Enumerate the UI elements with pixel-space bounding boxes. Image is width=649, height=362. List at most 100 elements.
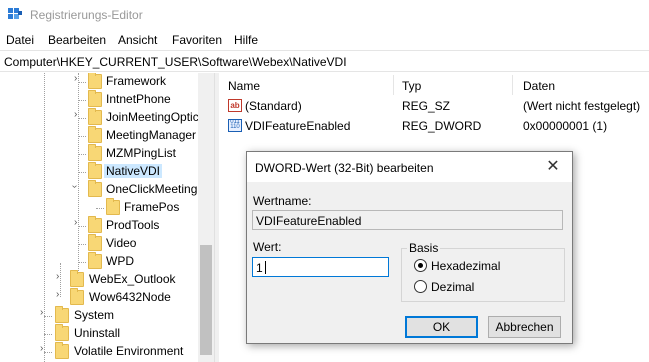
value-name-text: VDIFeatureEnabled	[256, 214, 362, 228]
base-groupbox	[401, 248, 565, 302]
pane-splitter[interactable]	[214, 73, 219, 362]
folder-icon	[88, 180, 102, 197]
chevron-right-icon[interactable]: ›	[74, 73, 77, 84]
address-bar[interactable]: Computer\HKEY_CURRENT_USER\Software\Webe…	[0, 50, 649, 72]
folder-icon	[88, 216, 102, 233]
tree-item-uninstall[interactable]: Uninstall	[0, 324, 200, 343]
value-type: REG_DWORD	[402, 119, 482, 133]
value-data-label: Wert:	[253, 240, 282, 254]
chevron-right-icon[interactable]: ›	[74, 109, 77, 120]
ok-button[interactable]: OK	[405, 316, 478, 338]
radio-hexadecimal[interactable]	[414, 259, 427, 272]
tree-item-label: System	[74, 308, 115, 322]
tree-item-webex-outlook[interactable]: › WebEx_Outlook	[0, 270, 200, 289]
menu-datei[interactable]: Datei	[6, 33, 34, 47]
folder-icon	[88, 73, 102, 89]
tree-item-oneclickmeeting[interactable]: › OneClickMeeting	[0, 180, 200, 199]
chevron-right-icon[interactable]: ›	[56, 271, 59, 282]
tree-item-framepos[interactable]: FramePos	[0, 198, 200, 217]
tree-item-label: FramePos	[124, 200, 180, 214]
tree-item-label: MZMPingList	[106, 146, 177, 160]
key-tree[interactable]: › Framework IntnetPhone › JoinMeetingOpt…	[0, 73, 214, 362]
text-caret	[265, 261, 266, 274]
chevron-right-icon[interactable]: ›	[56, 289, 59, 300]
folder-icon	[70, 270, 84, 287]
folder-icon	[88, 108, 102, 125]
folder-icon	[70, 288, 84, 305]
tree-item-joinmeetingoptions[interactable]: › JoinMeetingOptic	[0, 108, 200, 127]
tree-item-video[interactable]: Video	[0, 234, 200, 253]
chevron-right-icon[interactable]: ›	[74, 217, 77, 228]
value-row-standard[interactable]: ab (Standard) REG_SZ (Wert nicht festgel…	[220, 97, 649, 115]
close-icon[interactable]: ✕	[542, 157, 564, 177]
tree-item-prodtools[interactable]: › ProdTools	[0, 216, 200, 235]
tree-item-mzmpinglist[interactable]: MZMPingList	[0, 144, 200, 163]
window-title: Registrierungs-Editor	[30, 8, 143, 22]
value-row-vdifeatureenabled[interactable]: 011 110 VDIFeatureEnabled REG_DWORD 0x000…	[220, 117, 649, 135]
column-divider[interactable]	[393, 75, 394, 95]
column-header-data[interactable]: Daten	[523, 79, 555, 93]
tree-item-intnetphone[interactable]: IntnetPhone	[0, 90, 200, 109]
chevron-right-icon[interactable]: ›	[40, 307, 43, 318]
radio-decimal-label[interactable]: Dezimal	[431, 280, 474, 294]
dword-value-icon: 011 110	[228, 119, 242, 132]
menu-hilfe[interactable]: Hilfe	[234, 33, 258, 47]
radio-hexadecimal-label[interactable]: Hexadezimal	[431, 259, 500, 273]
folder-icon	[88, 234, 102, 251]
tree-item-label: ProdTools	[106, 218, 160, 232]
tree-item-label: NativeVDI	[104, 164, 163, 178]
dialog-title-bar: DWORD-Wert (32-Bit) bearbeiten ✕	[247, 152, 572, 182]
tree-item-label: WPD	[106, 254, 134, 268]
menu-bearbeiten[interactable]: Bearbeiten	[48, 33, 106, 47]
tree-item-meetingmanager[interactable]: MeetingManager	[0, 126, 200, 145]
value-data: 0x00000001 (1)	[523, 119, 608, 133]
tree-item-framework[interactable]: › Framework	[0, 73, 200, 91]
folder-icon	[55, 306, 69, 323]
folder-icon	[106, 198, 120, 215]
edit-dword-dialog: DWORD-Wert (32-Bit) bearbeiten ✕ Wertnam…	[246, 151, 573, 344]
folder-icon	[55, 342, 69, 359]
tree-item-wow6432node[interactable]: › Wow6432Node	[0, 288, 200, 307]
folder-icon	[88, 90, 102, 107]
tree-item-wpd[interactable]: WPD	[0, 252, 200, 271]
value-name-field: VDIFeatureEnabled	[252, 210, 563, 230]
tree-item-label: Framework	[106, 74, 167, 88]
menu-bar: Datei Bearbeiten Ansicht Favoriten Hilfe	[0, 30, 649, 50]
column-header-type[interactable]: Typ	[402, 79, 421, 93]
string-value-icon: ab	[228, 99, 242, 112]
folder-icon	[88, 126, 102, 143]
address-path[interactable]: Computer\HKEY_CURRENT_USER\Software\Webe…	[4, 55, 347, 69]
column-header-name[interactable]: Name	[228, 79, 260, 93]
tree-item-label: Wow6432Node	[89, 290, 171, 304]
tree-item-label: WebEx_Outlook	[89, 272, 176, 286]
value-data-text[interactable]: 1	[256, 261, 263, 275]
cancel-button[interactable]: Abbrechen	[488, 316, 561, 338]
tree-item-label: Video	[106, 236, 137, 250]
tree-item-label: JoinMeetingOptic	[106, 110, 199, 124]
chevron-down-icon[interactable]: ›	[69, 185, 80, 188]
tree-item-label: MeetingManager	[106, 128, 197, 142]
title-bar: Registrierungs-Editor	[0, 0, 649, 30]
value-data-input[interactable]: 1	[252, 257, 389, 277]
value-name: (Standard)	[245, 99, 302, 113]
value-type: REG_SZ	[402, 99, 451, 113]
menu-ansicht[interactable]: Ansicht	[118, 33, 157, 47]
tree-item-label: Volatile Environment	[74, 344, 184, 358]
dialog-title: DWORD-Wert (32-Bit) bearbeiten	[255, 161, 434, 175]
tree-item-label: Uninstall	[74, 326, 121, 340]
tree-scrollbar[interactable]	[198, 73, 214, 362]
column-divider[interactable]	[512, 75, 513, 95]
value-name: VDIFeatureEnabled	[245, 119, 351, 133]
menu-favoriten[interactable]: Favoriten	[172, 33, 222, 47]
tree-item-label: IntnetPhone	[106, 92, 171, 106]
tree-item-system[interactable]: › System	[0, 306, 200, 325]
folder-icon	[88, 162, 102, 179]
tree-item-volatile-environment[interactable]: › Volatile Environment	[0, 342, 200, 361]
folder-icon	[88, 144, 102, 161]
base-group-title: Basis	[407, 241, 441, 255]
tree-item-label: OneClickMeeting	[106, 182, 198, 196]
chevron-right-icon[interactable]: ›	[40, 343, 43, 354]
tree-item-nativevdi[interactable]: NativeVDI	[0, 162, 200, 181]
scrollbar-thumb[interactable]	[200, 245, 212, 355]
radio-decimal[interactable]	[414, 280, 427, 293]
